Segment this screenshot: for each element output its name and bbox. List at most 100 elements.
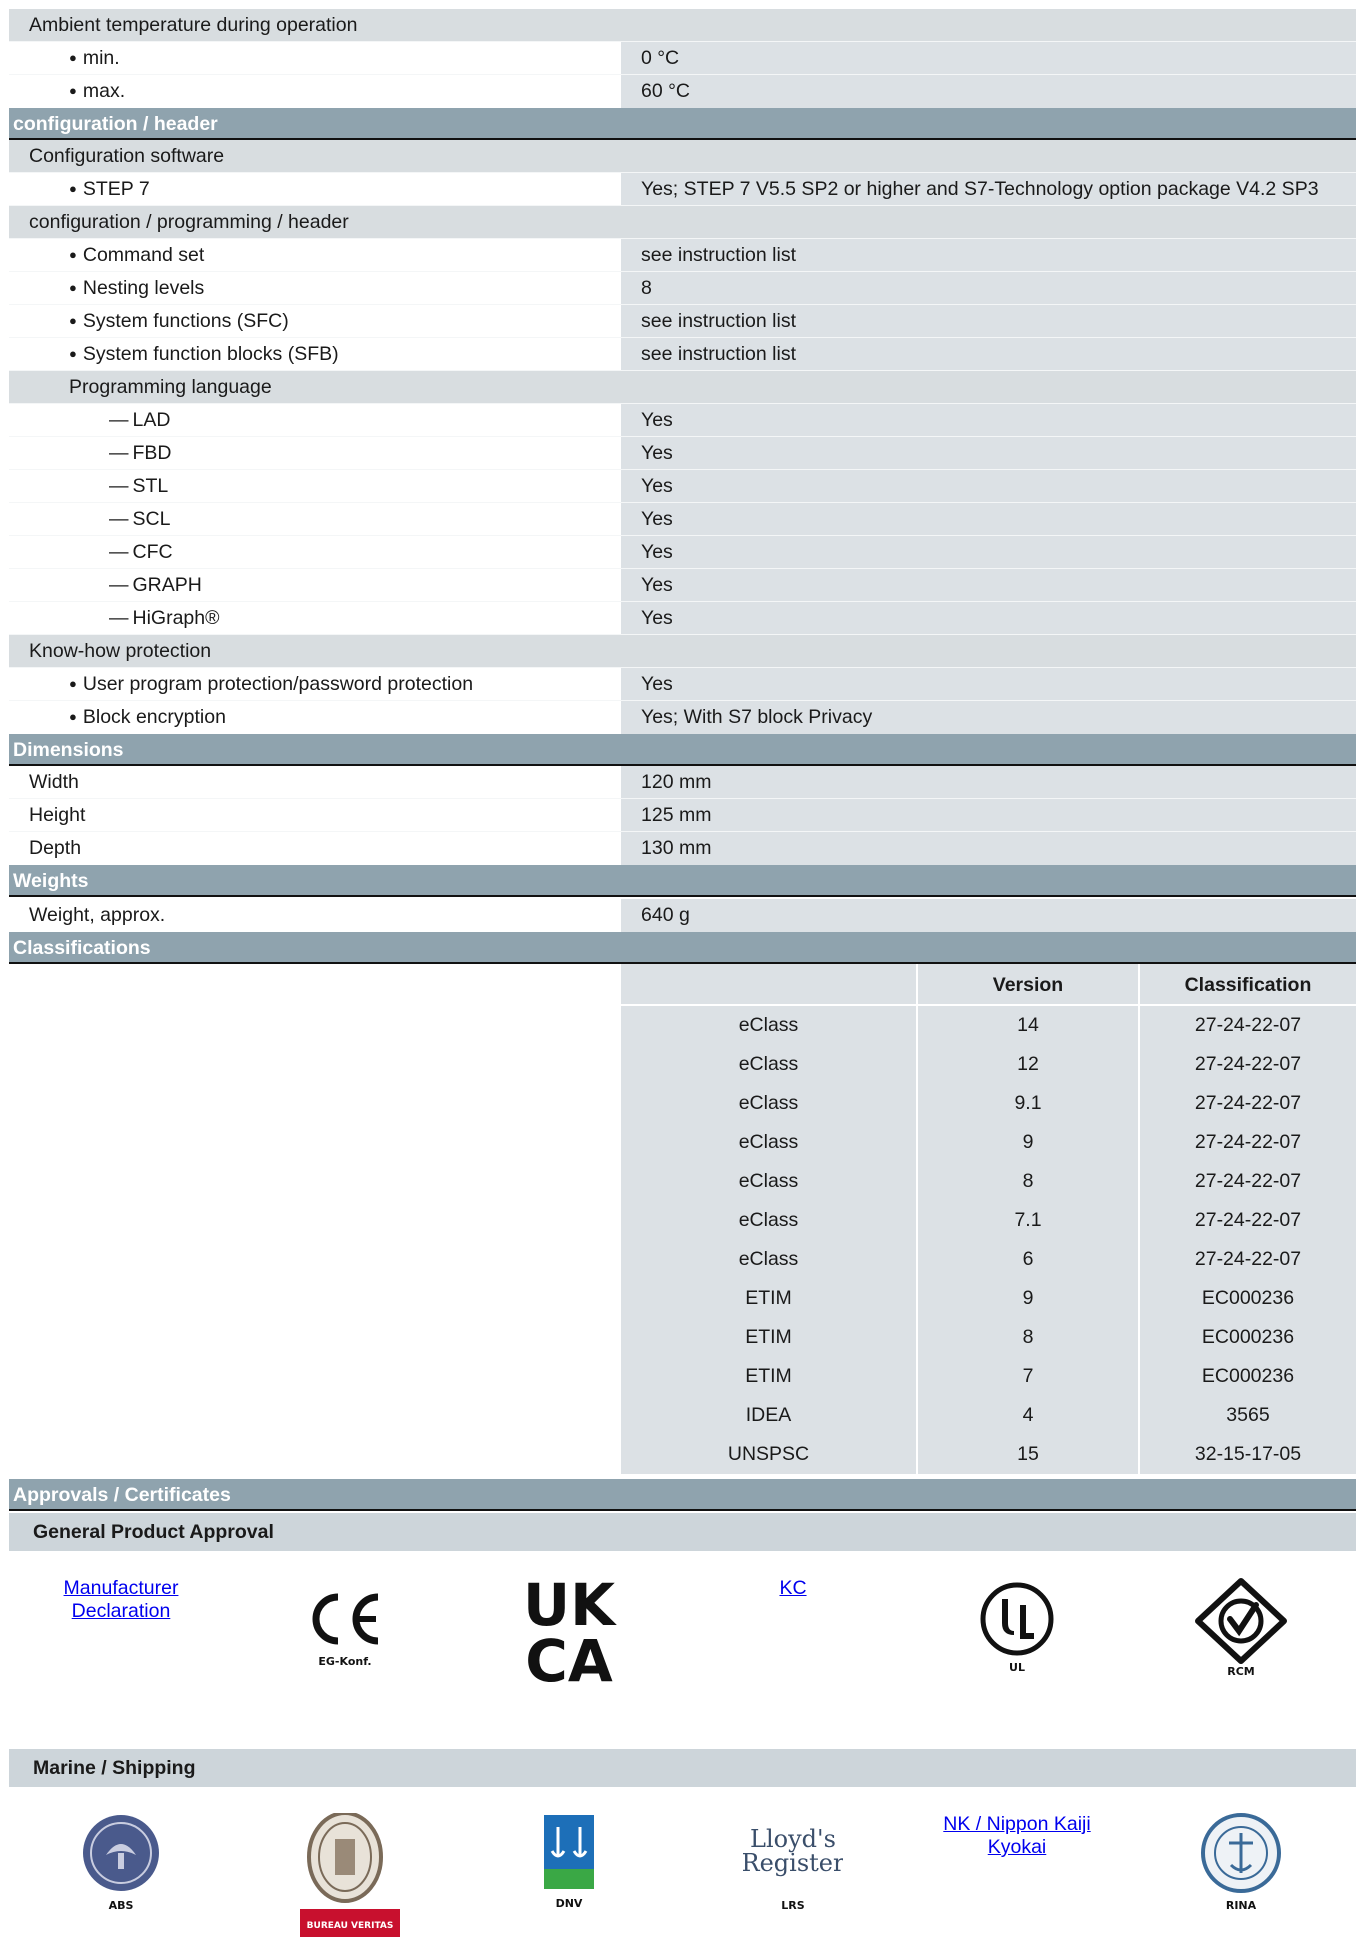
classifications-cell: EC000236 [1201,1287,1295,1309]
row-width: Width 120 mm [9,766,1356,799]
subheader-ambient-temperature: Ambient temperature during operation [9,9,1356,42]
cell-bureau-veritas: BUREAU VERITAS [233,1813,457,1947]
cell-abs: ABS [9,1813,233,1947]
classifications-cell: eClass [621,1240,918,1279]
subheader-knowhow-protection: Know-how protection [9,635,1356,668]
classifications-cell: 27-24-22-07 [1194,1248,1302,1270]
row-ambient-min: min. 0 °C [9,42,1356,75]
classifications-cell: 7 [918,1357,1140,1396]
section-classifications: Classifications [9,932,1356,964]
marine-approval-logos: ABS BUREAU VERITAS DNV Lloyd's Register … [9,1787,1356,1947]
classifications-header-version: Version [918,964,1140,1006]
kc-link[interactable]: KC [779,1577,806,1600]
classifications-cell: eClass [621,1084,918,1123]
ukca-mark-icon: UK CA [523,1577,617,1687]
classifications-cell: ETIM [621,1357,918,1396]
rina-seal-icon: RINA [1201,1813,1281,1912]
classifications-cell: eClass [621,1045,918,1084]
rina-label: RINA [1226,1899,1257,1912]
classifications-cell: 27-24-22-07 [1194,1170,1302,1192]
classifications-cell: 12 [918,1045,1140,1084]
ul-mark-icon: UL [980,1582,1054,1674]
row-password-protection: User program protection/password protect… [9,668,1356,701]
classifications-cell: 8 [918,1162,1140,1201]
row-lang-stl: STL Yes [9,470,1356,503]
abs-seal-icon: ABS [83,1815,159,1912]
cell-lloyds-register: Lloyd's Register LRS [681,1813,905,1947]
row-nesting-levels: Nesting levels 8 [9,272,1356,305]
cell-dnv: DNV [457,1813,681,1947]
section-dimensions: Dimensions [9,734,1356,766]
manufacturer-declaration-link[interactable]: Manufacturer Declaration [21,1577,221,1623]
cell-ul: UL [905,1577,1129,1747]
cell-kc: KC [681,1577,905,1747]
classifications-cell: 9.1 [918,1084,1140,1123]
classifications-cell: 9 [918,1279,1140,1318]
classifications-cell: 27-24-22-07 [1194,1092,1302,1114]
row-lang-scl: SCL Yes [9,503,1356,536]
row-command-set: Command set see instruction list [9,239,1356,272]
row-step7: STEP 7 Yes; STEP 7 V5.5 SP2 or higher an… [9,173,1356,206]
classifications-cell: IDEA [621,1396,918,1435]
row-lang-graph: GRAPH Yes [9,569,1356,602]
rcm-label: RCM [1227,1665,1255,1677]
classifications-cell: 15 [918,1435,1140,1474]
classifications-cell: 32-15-17-05 [1194,1443,1302,1465]
classifications-cell: eClass [621,1162,918,1201]
subheader-configuration-software: Configuration software [9,140,1356,173]
classifications-cell: ETIM [621,1279,918,1318]
ukca-bottom: CA [525,1627,613,1687]
rcm-mark-icon: RCM [1195,1578,1287,1677]
section-weights: Weights [9,865,1356,897]
ul-label: UL [1009,1661,1025,1674]
classifications-cell: eClass [621,1201,918,1240]
row-height: Height 125 mm [9,799,1356,832]
row-lang-higraph: HiGraph® Yes [9,602,1356,635]
subheader-programming-language: Programming language [9,371,1356,404]
section-configuration-header: configuration / header [9,108,1356,140]
classifications-header-classification: Classification [1140,964,1356,1006]
subheader-marine-shipping: Marine / Shipping [9,1749,1356,1787]
classifications-cell: eClass [621,1123,918,1162]
row-lang-fbd: FBD Yes [9,437,1356,470]
nk-link[interactable]: NK / Nippon Kaiji Kyokai [917,1813,1117,1859]
subheader-configuration-programming: configuration / programming / header [9,206,1356,239]
cell-ukca: UK CA [457,1577,681,1747]
dnv-mark-icon: DNV [544,1815,594,1910]
classifications-cell: UNSPSC [621,1435,918,1474]
ce-mark-icon: EG-Konf. [312,1593,379,1668]
classifications-wrap: Version Classification eClass 14 27-24-22-… [9,964,1356,1479]
datasheet-page: Ambient temperature during operation min… [9,9,1356,1947]
cell-rcm: RCM [1129,1577,1353,1747]
bureau-veritas-icon: BUREAU VERITAS [300,1813,400,1937]
classifications-cell: 3565 [1226,1404,1270,1426]
classifications-cell: 9 [918,1123,1140,1162]
row-lang-lad: LAD Yes [9,404,1356,437]
general-approval-logos: Manufacturer Declaration EG-Konf. UK CA … [9,1551,1356,1747]
cell-nk: NK / Nippon Kaiji Kyokai [905,1813,1129,1947]
classifications-table: Version Classification eClass 14 27-24-22-… [621,964,1356,1474]
row-block-encryption: Block encryption Yes; With S7 block Priv… [9,701,1356,734]
classifications-cell: 27-24-22-07 [1194,1131,1302,1153]
row-system-functions: System functions (SFC) see instruction l… [9,305,1356,338]
classifications-cell: 14 [918,1006,1140,1045]
ce-label: EG-Konf. [318,1655,371,1668]
lrs-label: LRS [781,1899,804,1912]
classifications-cell: EC000236 [1201,1326,1295,1348]
classifications-cell: EC000236 [1201,1365,1295,1387]
lloyds-register-icon: Lloyd's Register LRS [743,1825,843,1912]
cell-ce: EG-Konf. [233,1577,457,1747]
classifications-cell: 27-24-22-07 [1194,1053,1302,1075]
row-depth: Depth 130 mm [9,832,1356,865]
classifications-cell: ETIM [621,1318,918,1357]
classifications-cell: eClass [621,1006,918,1045]
cell-manufacturer-declaration: Manufacturer Declaration [9,1577,233,1747]
bureau-veritas-label: BUREAU VERITAS [307,1921,394,1931]
row-lang-cfc: CFC Yes [9,536,1356,569]
row-system-function-blocks: System function blocks (SFB) see instruc… [9,338,1356,371]
lloyds-text-2: Register [743,1849,843,1877]
classifications-cell: 27-24-22-07 [1194,1014,1302,1036]
classifications-cell: 8 [918,1318,1140,1357]
cell-rina: RINA [1129,1813,1353,1947]
row-weight: Weight, approx. 640 g [9,899,1356,932]
